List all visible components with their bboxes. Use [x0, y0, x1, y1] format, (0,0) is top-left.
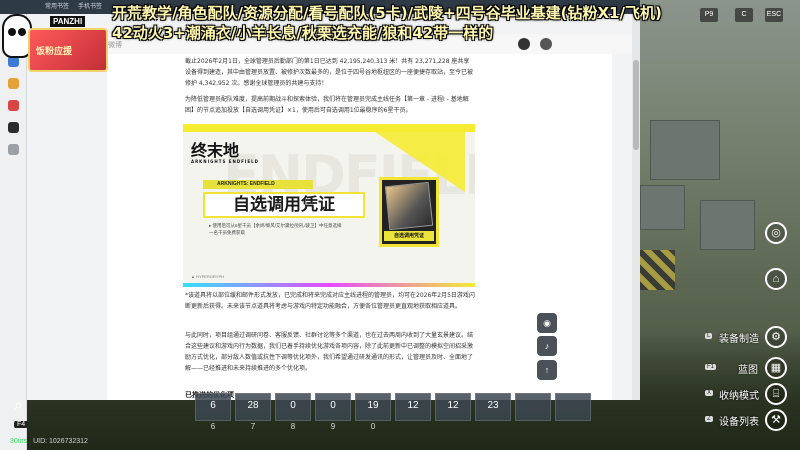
- slot-count: 12: [447, 400, 459, 411]
- banner-bottom-gradient: [183, 283, 475, 287]
- blueprint-label[interactable]: 蓝图: [738, 361, 758, 376]
- game-logo-en: ARKNIGHTS ENDFIELD: [191, 159, 259, 164]
- device-list-icon[interactable]: ⚒: [765, 409, 787, 431]
- stream-title-overlay: 开荒教学/角色配队/资源分配/看号配队(5卡)/武陵+四号谷毕业基建(钻粉X1/…: [112, 3, 672, 43]
- hotbar-slot[interactable]: 12: [395, 393, 431, 421]
- article-paragraph-text: 为降低管理员配队难度，提高前期战斗和探索体验，我们将在管理员完成主线任务【第一章…: [185, 96, 469, 114]
- slot-count: 12: [407, 400, 419, 411]
- hypergryph-brand: ▲ HYPERGRYPH: [191, 274, 225, 279]
- article-paragraph: 为降低管理员配队难度，提高前期战斗和探索体验，我们将在管理员完成主线任务【第一章…: [185, 94, 475, 116]
- side-app-icon[interactable]: [8, 78, 19, 89]
- hotbar-slot[interactable]: 23: [475, 393, 511, 421]
- stream-title-line-2: 42动火3+潮涌衣/小羊长息/秋栗选充能/狼和42带一样的: [112, 24, 494, 42]
- slot-key: 9: [330, 422, 336, 431]
- collect-label[interactable]: 收纳模式: [719, 387, 759, 402]
- collect-key: X: [705, 390, 714, 396]
- voucher-desc-line: ▸ 使用后可从6星干员【余烬/黎风/艾尔黛拉/别礼/骏卫】中任意选择: [209, 223, 342, 228]
- hotbar-slot[interactable]: 19: [355, 393, 391, 421]
- hotbar-slot[interactable]: [555, 393, 591, 421]
- collect-icon[interactable]: ⌸: [765, 383, 787, 405]
- uid-text: UID: 1026732312: [33, 438, 88, 445]
- search-icon[interactable]: ⌕: [14, 397, 32, 415]
- slot-key: 8: [290, 422, 296, 431]
- p9-icon[interactable]: P9: [700, 8, 718, 22]
- slot-count: 19: [367, 400, 379, 411]
- game-logo: 终末地 ARKNIGHTS ENDFIELD: [191, 142, 259, 165]
- stream-title-line-1: 开荒教学/角色配队/资源分配/看号配队(5卡)/武陵+四号谷毕业基建(钻粉X1/…: [112, 4, 662, 22]
- hotbar-slot[interactable]: 0: [275, 393, 311, 421]
- banner-ribbon: ARKNIGHTS: ENDFIELD: [203, 180, 313, 189]
- blueprint-icon[interactable]: ▦: [765, 357, 787, 379]
- slot-count: 6: [210, 400, 216, 411]
- esc-icon[interactable]: ESC: [765, 8, 783, 22]
- view-toggle-icon[interactable]: ◎: [765, 222, 787, 244]
- slot-key: 0: [370, 422, 376, 431]
- location-icon[interactable]: ⌂: [765, 268, 787, 290]
- scroll-top-button[interactable]: ↑: [537, 360, 557, 380]
- side-app-icon[interactable]: [8, 100, 19, 111]
- c-icon[interactable]: C: [735, 8, 753, 22]
- ping-value: 30ms: [10, 438, 28, 445]
- f4-key-hint: F4: [14, 421, 29, 428]
- device-list-key: Z: [705, 416, 713, 422]
- eye-icon[interactable]: ◉: [537, 313, 557, 333]
- item-hotbar: 6 6 28 7 0 8 0 9 19 0 12 12 23: [195, 393, 610, 433]
- build-key: L: [705, 333, 713, 339]
- game-structure: [700, 200, 755, 250]
- streamer-logo: PANZHI 饭粉应援: [0, 0, 112, 76]
- game-structure: [650, 120, 720, 180]
- slot-count: 28: [247, 400, 259, 411]
- blueprint-key: F1: [705, 364, 717, 370]
- hotbar-slot[interactable]: 0: [315, 393, 351, 421]
- hotbar-slot[interactable]: 6: [195, 393, 231, 421]
- browser-side-rail: [0, 14, 27, 450]
- hotbar-slot[interactable]: 12: [435, 393, 471, 421]
- logo-card: 饭粉应援: [28, 28, 108, 72]
- device-list-label[interactable]: 设备列表: [719, 413, 759, 428]
- bell-icon[interactable]: ♪: [537, 336, 557, 356]
- hotbar-slot[interactable]: [515, 393, 551, 421]
- article-paragraph: 截止2026年2月1日，全球管理员后勤部门的第1日已达到 42,195,240,…: [185, 58, 474, 87]
- game-structure: [640, 185, 685, 230]
- connection-status: 30ms UID: 1026732312: [10, 438, 88, 445]
- voucher-description: ▸ 使用后可从6星干员【余烬/黎风/艾尔黛拉/别礼/骏卫】中任意选择 一名干员免…: [209, 222, 369, 236]
- slot-count: 0: [330, 400, 336, 411]
- voucher-title: 自选调用凭证: [203, 192, 365, 218]
- voucher-desc-line: 一名干员免费获取: [209, 230, 245, 235]
- build-label[interactable]: 装备制造: [719, 330, 759, 345]
- voucher-banner-image: ENDFIELD 终末地 ARKNIGHTS ENDFIELD ARKNIGHT…: [183, 124, 475, 287]
- banner-top-stripe: [183, 124, 475, 132]
- game-logo-text: 终末地: [191, 141, 240, 160]
- voucher-card-label: 自选调用凭证: [384, 231, 434, 241]
- voucher-item-card: 自选调用凭证: [379, 177, 439, 247]
- slot-count: 23: [487, 400, 499, 411]
- article-paragraph: 与此同时，项目组通过调研问卷、客服反馈、社群讨论等多个渠道，也在过去两周内收到了…: [185, 332, 474, 372]
- hotbar-slot[interactable]: 28: [235, 393, 271, 421]
- logo-card-text: 饭粉应援: [36, 46, 73, 56]
- slot-count: 0: [290, 400, 296, 411]
- build-icon[interactable]: ⚙: [765, 326, 787, 348]
- article-paragraph: *该道具将以部位缓和邮件形式发放，已完成和将来完成对应主线进程的管理员，均可在2…: [185, 292, 475, 310]
- voucher-card-art: [384, 181, 434, 231]
- page-scrollbar-thumb[interactable]: [633, 60, 639, 150]
- slot-key: 7: [250, 422, 256, 431]
- logo-brand: PANZHI: [50, 16, 86, 27]
- slot-key: 6: [210, 422, 216, 431]
- side-app-icon[interactable]: [8, 144, 19, 155]
- side-app-icon[interactable]: [8, 122, 19, 133]
